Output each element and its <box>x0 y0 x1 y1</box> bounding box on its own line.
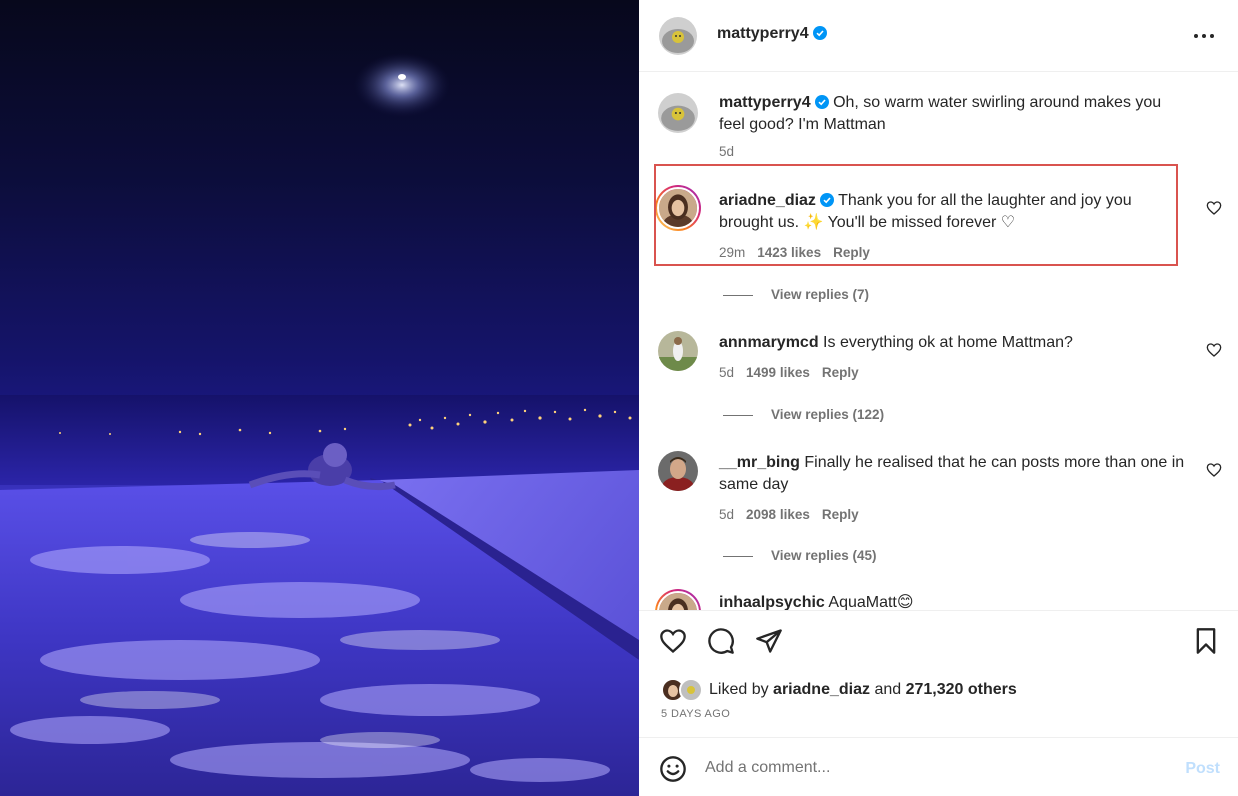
caption-time[interactable]: 5d <box>719 144 734 159</box>
reply-button[interactable]: Reply <box>822 507 859 522</box>
comment-icon[interactable] <box>707 627 735 655</box>
heart-icon[interactable] <box>1206 342 1222 358</box>
view-replies-button[interactable]: View replies (7) <box>723 287 869 302</box>
comment-text: Is everything ok at home Mattman? <box>823 334 1073 351</box>
comment-input[interactable] <box>705 754 1165 782</box>
verified-badge-icon <box>814 95 829 109</box>
liked-and: and <box>874 681 902 698</box>
comment-likes[interactable]: 2098 likes <box>746 507 810 522</box>
highlight-box <box>654 164 1178 266</box>
comment-meta: 5d 1499 likes Reply <box>719 365 871 380</box>
comments-list[interactable]: mattyperry4 Oh, so warm water swirling a… <box>639 73 1238 610</box>
caption-meta: 5d <box>719 144 746 159</box>
caption-avatar[interactable] <box>658 93 698 133</box>
comment-likes[interactable]: 1499 likes <box>746 365 810 380</box>
author-username-text[interactable]: mattyperry4 <box>717 25 809 42</box>
comment-time[interactable]: 5d <box>719 365 734 380</box>
author-username[interactable]: mattyperry4 <box>717 25 827 43</box>
comment-text-block: annmarymcd Is everything ok at home Matt… <box>719 332 1189 354</box>
post-photo[interactable] <box>0 0 639 796</box>
share-icon[interactable] <box>755 627 783 655</box>
view-replies-text[interactable]: View replies (7) <box>771 287 869 302</box>
liked-by-text: Liked by ariadne_diaz and 271,320 others <box>709 681 1017 699</box>
author-avatar[interactable] <box>659 17 697 55</box>
comment-avatar[interactable] <box>658 331 698 371</box>
comment-text: AquaMatt😊 <box>828 594 914 610</box>
night-hot-tub-image <box>0 53 639 796</box>
emoji-icon[interactable] <box>659 755 687 783</box>
comment-text-block: __mr_bing Finally he realised that he ca… <box>719 452 1189 496</box>
post-header: mattyperry4 <box>639 0 1238 72</box>
post-date[interactable]: 5 DAYS AGO <box>661 708 730 720</box>
view-replies-button[interactable]: View replies (122) <box>723 407 884 422</box>
comment-avatar[interactable] <box>655 589 701 610</box>
liked-by-avatars[interactable] <box>661 678 705 702</box>
heart-icon[interactable] <box>659 627 687 655</box>
post-actions: Liked by ariadne_diaz and 271,320 others… <box>639 610 1238 737</box>
comment-time[interactable]: 5d <box>719 507 734 522</box>
replies-line <box>723 294 753 296</box>
liked-others[interactable]: 271,320 others <box>906 681 1017 698</box>
ellipsis-icon[interactable] <box>1192 26 1216 46</box>
comment-username[interactable]: annmarymcd <box>719 334 819 351</box>
bookmark-icon[interactable] <box>1192 627 1220 655</box>
heart-icon[interactable] <box>1206 200 1222 216</box>
comment-meta: 5d 2098 likes Reply <box>719 507 871 522</box>
comment-username[interactable]: __mr_bing <box>719 454 800 471</box>
caption-username[interactable]: mattyperry4 <box>719 94 811 111</box>
view-replies-text[interactable]: View replies (45) <box>771 548 877 563</box>
reply-button[interactable]: Reply <box>822 365 859 380</box>
caption-text-block: mattyperry4 Oh, so warm water swirling a… <box>719 92 1189 136</box>
view-replies-button[interactable]: View replies (45) <box>723 548 877 563</box>
replies-line <box>723 414 753 416</box>
view-replies-text[interactable]: View replies (122) <box>771 407 884 422</box>
replies-line <box>723 555 753 557</box>
comment-username[interactable]: inhaalpsychic <box>719 594 825 610</box>
liked-user[interactable]: ariadne_diaz <box>773 681 870 698</box>
post-details-panel: mattyperry4 mattyperry4 Oh, so warm wate… <box>639 0 1238 796</box>
post-button[interactable]: Post <box>1185 760 1220 778</box>
comment-text-block: inhaalpsychic AquaMatt😊 <box>719 592 1189 610</box>
liked-prefix: Liked by <box>709 681 769 698</box>
verified-badge-icon <box>812 26 827 40</box>
heart-icon[interactable] <box>1206 462 1222 478</box>
add-comment-bar: Post <box>639 737 1238 796</box>
comment-avatar[interactable] <box>658 451 698 491</box>
